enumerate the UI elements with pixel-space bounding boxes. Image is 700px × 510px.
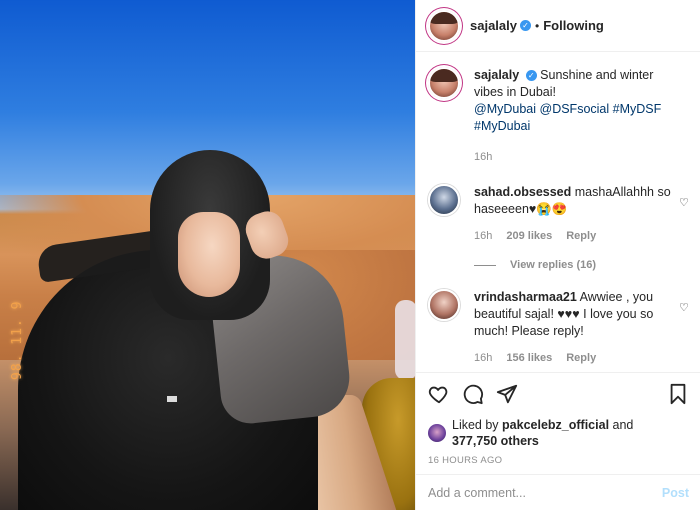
view-replies-label: View replies (16) xyxy=(510,259,597,271)
post-comment-button[interactable]: Post xyxy=(662,486,689,500)
photo-date-stamp: 98. 11. 9 xyxy=(4,301,44,450)
comment-body: sahad.obsessed mashaAllahhh so haseeeen♥… xyxy=(474,184,679,245)
photo-person-right-head xyxy=(395,300,415,380)
caption-tag-mydsf[interactable]: #MyDSF xyxy=(613,102,662,116)
add-comment-bar: Post xyxy=(416,474,700,510)
bookmark-icon[interactable] xyxy=(667,383,689,405)
comment-like-heart-icon[interactable]: ♡ xyxy=(679,303,689,314)
caption-avatar[interactable] xyxy=(428,67,460,99)
caption-tag-mydubai[interactable]: @MyDubai xyxy=(474,102,536,116)
post-actions: Liked by pakcelebz_official and 377,750 … xyxy=(416,372,700,510)
replies-divider xyxy=(474,264,496,266)
comment-item: sahad.obsessed mashaAllahhh so haseeeen♥… xyxy=(428,184,689,245)
caption-time[interactable]: 16h xyxy=(474,149,492,166)
comment-time[interactable]: 16h xyxy=(474,228,492,245)
avatar-hair xyxy=(430,69,458,82)
following-button[interactable]: Following xyxy=(543,18,604,33)
comment-body: vrindasharmaa21 Awwiee , you beautiful s… xyxy=(474,289,679,367)
comment-item: vrindasharmaa21 Awwiee , you beautiful s… xyxy=(428,289,689,367)
caption-tag-dsfsocial[interactable]: @DSFsocial xyxy=(540,102,610,116)
post-header: sajalaly ✓ • Following xyxy=(416,0,700,52)
reply-button[interactable]: Reply xyxy=(566,350,596,367)
post-side-panel: sajalaly ✓ • Following sajalaly ✓ Sunshi… xyxy=(415,0,700,510)
post-timestamp[interactable]: 16 HOURS AGO xyxy=(416,455,700,466)
likes-prefix: Liked by xyxy=(452,418,499,432)
caption-username[interactable]: sajalaly xyxy=(474,68,519,82)
share-icon[interactable] xyxy=(496,383,518,405)
comment-username[interactable]: vrindasharmaa21 xyxy=(474,290,577,304)
comment-meta: 16h 156 likes Reply xyxy=(474,350,679,367)
commenter-avatar[interactable] xyxy=(428,184,460,216)
comment-username[interactable]: sahad.obsessed xyxy=(474,185,571,199)
verified-icon: ✓ xyxy=(525,70,537,81)
caption-body: sajalaly ✓ Sunshine and winter vibes in … xyxy=(474,67,679,166)
like-heart-icon[interactable] xyxy=(428,383,450,405)
caption: sajalaly ✓ Sunshine and winter vibes in … xyxy=(428,67,689,166)
author-avatar[interactable] xyxy=(428,9,460,42)
likes-joiner: and xyxy=(612,418,634,432)
comment-bubble-icon[interactable] xyxy=(462,383,484,405)
caption-meta: 16h xyxy=(474,149,679,166)
photo-tag xyxy=(167,396,177,402)
comment-likes[interactable]: 156 likes xyxy=(506,350,552,367)
verified-icon: ✓ xyxy=(520,20,531,31)
likes-summary: Liked by pakcelebz_official and 377,750 … xyxy=(416,417,700,449)
caption-tag-mydubai-hashtag[interactable]: #MyDubai xyxy=(474,119,530,133)
comment-like-heart-icon[interactable]: ♡ xyxy=(679,198,689,209)
action-icons xyxy=(416,373,700,415)
liker-username[interactable]: pakcelebz_official xyxy=(502,418,609,432)
separator-dot: • xyxy=(535,18,540,33)
post-photo[interactable]: 98. 11. 9 xyxy=(0,0,415,510)
likes-count[interactable]: 377,750 others xyxy=(452,434,539,448)
view-replies-button[interactable]: View replies (16) xyxy=(474,259,689,271)
photo-face xyxy=(178,212,240,297)
commenter-avatar[interactable] xyxy=(428,289,460,321)
liker-avatar[interactable] xyxy=(428,424,446,442)
comment-meta: 16h 209 likes Reply xyxy=(474,228,679,245)
add-comment-input[interactable] xyxy=(428,485,662,500)
likes-text: Liked by pakcelebz_official and 377,750 … xyxy=(452,417,633,449)
comment-likes[interactable]: 209 likes xyxy=(506,228,552,245)
date-stamp-text: 98. 11. 9 xyxy=(10,300,25,380)
comments-list[interactable]: sajalaly ✓ Sunshine and winter vibes in … xyxy=(416,53,700,371)
author-username[interactable]: sajalaly xyxy=(470,18,517,33)
reply-button[interactable]: Reply xyxy=(566,228,596,245)
avatar-hair xyxy=(430,11,458,25)
comment-time[interactable]: 16h xyxy=(474,350,492,367)
